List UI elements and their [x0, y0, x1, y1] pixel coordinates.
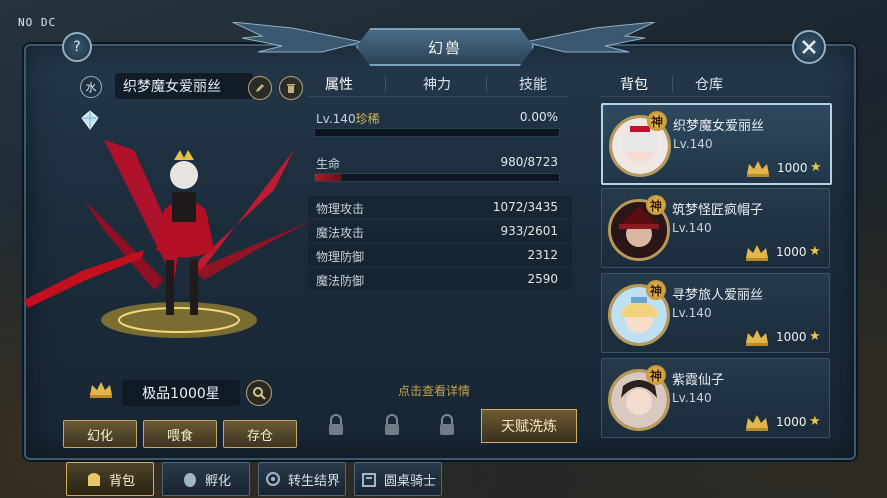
pet-list-stars: 1000 [776, 245, 807, 259]
star-icon: ★ [809, 329, 821, 344]
release-button[interactable] [279, 76, 303, 100]
tab-underline [308, 96, 568, 97]
close-button[interactable] [792, 30, 826, 64]
tab-divider [385, 76, 386, 92]
tab-storage[interactable]: 仓库 [695, 74, 723, 94]
help-button[interactable]: ? [62, 32, 92, 62]
nav-hatch-label: 孵化 [204, 473, 231, 489]
pet-list-item[interactable]: 神 筑梦怪匠疯帽子 Lv.140 1000 ★ [601, 188, 830, 268]
tab-underline [600, 96, 830, 97]
tab-backpack[interactable]: 背包 [620, 74, 648, 94]
crown-icon [746, 245, 768, 261]
debug-text: NO DC [18, 16, 57, 29]
nav-backpack-label: 背包 [108, 473, 135, 489]
hp-label: 生命 [316, 157, 341, 171]
nav-round-table[interactable]: 圆桌骑士 [354, 462, 442, 496]
divine-badge: 神 [647, 111, 667, 131]
physical-defense-value: 2312 [527, 248, 558, 262]
inspect-button[interactable] [246, 380, 272, 406]
star-icon: ★ [809, 244, 821, 259]
physical-attack-label: 物理攻击 [316, 202, 365, 216]
magnifier-icon [253, 387, 266, 400]
rarity-text: 珍稀 [355, 112, 380, 126]
close-icon [802, 40, 816, 54]
hatch-icon [183, 473, 196, 487]
pet-list-level: Lv.140 [672, 306, 712, 320]
lock-icon[interactable] [327, 414, 345, 436]
magic-defense-value: 2590 [527, 272, 558, 286]
nav-backpack[interactable]: 背包 [66, 462, 154, 496]
store-button[interactable]: 存仓 [223, 420, 297, 448]
tab-divider [486, 76, 487, 92]
trash-icon [287, 84, 295, 93]
lock-icon[interactable] [383, 414, 401, 436]
level-text: Lv.140 [316, 112, 356, 126]
pet-list-level: Lv.140 [673, 137, 713, 151]
pet-list-name: 筑梦怪匠疯帽子 [672, 203, 764, 218]
backpack-icon [87, 473, 100, 486]
hp-bar [314, 173, 560, 182]
magic-attack-label: 魔法攻击 [316, 226, 365, 240]
element-badge: 水 [80, 76, 102, 98]
pet-list-item[interactable]: 神 寻梦旅人爱丽丝 Lv.140 1000 ★ [601, 273, 830, 353]
transform-button[interactable]: 幻化 [63, 420, 137, 448]
hp-bar-fill [315, 174, 343, 181]
feed-button[interactable]: 喂食 [143, 420, 217, 448]
pet-list-name: 紫霞仙子 [672, 373, 725, 388]
tab-divine-power[interactable]: 神力 [423, 74, 451, 94]
question-icon: ? [73, 39, 81, 55]
diamond-icon [81, 110, 99, 130]
crown-icon [90, 382, 112, 398]
nav-hatch[interactable]: 孵化 [162, 462, 250, 496]
divine-badge: 神 [646, 280, 666, 300]
crown-icon [747, 161, 769, 177]
crown-icon [746, 330, 768, 346]
pet-character-portrait [24, 140, 314, 338]
pet-list-level: Lv.140 [672, 221, 712, 235]
crown-icon [746, 415, 768, 431]
exp-bar [314, 128, 560, 137]
star-icon: ★ [809, 414, 821, 429]
rename-button[interactable] [248, 76, 272, 100]
physical-defense-label: 物理防御 [316, 250, 365, 264]
pet-list-item[interactable]: 神 紫霞仙子 Lv.140 1000 ★ [601, 358, 830, 438]
magic-defense-label: 魔法防御 [316, 274, 365, 288]
physical-attack-value: 1072/3435 [492, 200, 558, 214]
tab-divider [672, 76, 673, 92]
star-icon: ★ [810, 160, 822, 175]
level-label: Lv.140珍稀 [316, 110, 380, 127]
pet-list-name: 织梦魔女爱丽丝 [673, 119, 765, 134]
view-details-link[interactable]: 点击查看详情 [398, 382, 470, 399]
rebirth-icon [265, 472, 280, 486]
exp-percent: 0.00% [519, 110, 558, 124]
pet-name-field: 织梦魔女爱丽丝 [115, 73, 253, 99]
magic-attack-value: 933/2601 [500, 224, 559, 238]
pet-list-name: 寻梦旅人爱丽丝 [672, 288, 764, 303]
tab-skills[interactable]: 技能 [519, 74, 547, 94]
pet-list-item[interactable]: 神 织梦魔女爱丽丝 Lv.140 1000 ★ [601, 103, 832, 185]
nav-round-table-label: 圆桌骑士 [383, 473, 436, 489]
divine-badge: 神 [646, 365, 666, 385]
pet-grade: 极品1000星 [122, 380, 240, 406]
knight-icon [361, 473, 376, 487]
nav-rebirth[interactable]: 转生结界 [258, 462, 346, 496]
left-wing-ornament [232, 22, 362, 53]
divine-badge: 神 [646, 195, 666, 215]
nav-rebirth-label: 转生结界 [287, 473, 340, 489]
pencil-icon [256, 84, 264, 92]
hp-value: 980/8723 [500, 155, 559, 169]
tab-attributes[interactable]: 属性 [325, 74, 353, 94]
right-wing-ornament [525, 22, 655, 53]
pet-list-level: Lv.140 [672, 391, 712, 405]
pet-list-stars: 1000 [777, 161, 808, 175]
talent-reroll-button[interactable]: 天赋洗炼 [481, 409, 577, 443]
window-title: 幻兽 [356, 28, 534, 66]
lock-icon[interactable] [438, 414, 456, 436]
pet-list-stars: 1000 [776, 330, 807, 344]
pet-list-stars: 1000 [776, 415, 807, 429]
